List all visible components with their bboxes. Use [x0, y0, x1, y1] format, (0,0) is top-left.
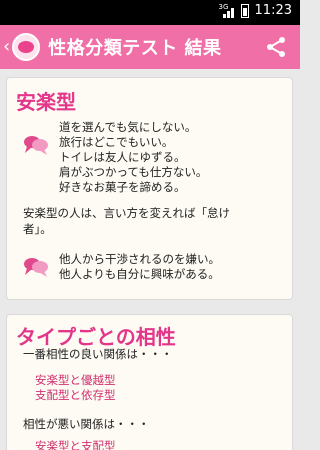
best-match-label: 一番相性の良い関係は・・・ — [23, 347, 173, 361]
status-time: 11:23 — [254, 3, 292, 18]
description-line: 者」。 — [23, 222, 52, 236]
trait-line: 好きなお菓子を諦める。 — [59, 180, 186, 194]
traits-list-2: 他人から干渉されるのを嫌い。 他人よりも自分に興味がある。 — [59, 252, 220, 282]
status-icons: 3G 11:23 — [219, 3, 292, 18]
trait-line: 旅行はどこでもいい。 — [59, 135, 174, 149]
best-match-list: 安楽型と優越型 支配型と依存型 — [35, 373, 116, 403]
app-bar: ‹ 性格分類テスト 結果 — [0, 25, 300, 69]
signal-icon: 3G — [218, 2, 235, 18]
back-chevron-icon[interactable]: ‹ — [3, 38, 10, 56]
trait-line: 道を選んでも気にしない。 — [59, 120, 197, 134]
trait-line: 肩がぶつかっても仕方ない。 — [59, 165, 208, 179]
bad-match-list: 安楽型と支配型 — [35, 439, 116, 450]
description-line: 安楽型の人は、言い方を変えれば「怠け — [23, 206, 230, 220]
trait-line: トイレは友人にゆずる。 — [59, 150, 186, 164]
compatibility-card: タイプごとの相性 一番相性の良い関係は・・・ 安楽型と優越型 支配型と依存型 相… — [6, 314, 293, 450]
pair-line: 安楽型と支配型 — [35, 439, 116, 450]
speech-bubble-icon — [24, 258, 48, 277]
network-type: 3G — [218, 2, 229, 11]
result-content[interactable]: 安楽型 道を選んでも気にしない。 旅行はどこでもいい。 トイレは友人にゆずる。 … — [0, 69, 300, 450]
app-logo-icon[interactable] — [12, 33, 41, 61]
share-icon[interactable] — [264, 35, 288, 59]
type-card: 安楽型 道を選んでも気にしない。 旅行はどこでもいい。 トイレは友人にゆずる。 … — [6, 77, 293, 300]
trait-line: 他人から干渉されるのを嫌い。 — [59, 252, 220, 266]
page-title: 性格分類テスト 結果 — [48, 38, 222, 59]
type-title: 安楽型 — [16, 90, 76, 114]
type-description: 安楽型の人は、言い方を変えれば「怠け 者」。 — [23, 205, 285, 237]
speech-bubble-icon — [24, 136, 48, 155]
pair-line: 支配型と依存型 — [35, 388, 116, 402]
bad-match-label: 相性が悪い関係は・・・ — [23, 417, 150, 431]
traits-list-1: 道を選んでも気にしない。 旅行はどこでもいい。 トイレは友人にゆずる。 肩がぶつ… — [59, 120, 207, 195]
status-bar: 3G 11:23 — [0, 0, 300, 25]
battery-icon — [240, 3, 249, 18]
trait-line: 他人よりも自分に興味がある。 — [59, 267, 220, 281]
pair-line: 安楽型と優越型 — [35, 373, 116, 387]
